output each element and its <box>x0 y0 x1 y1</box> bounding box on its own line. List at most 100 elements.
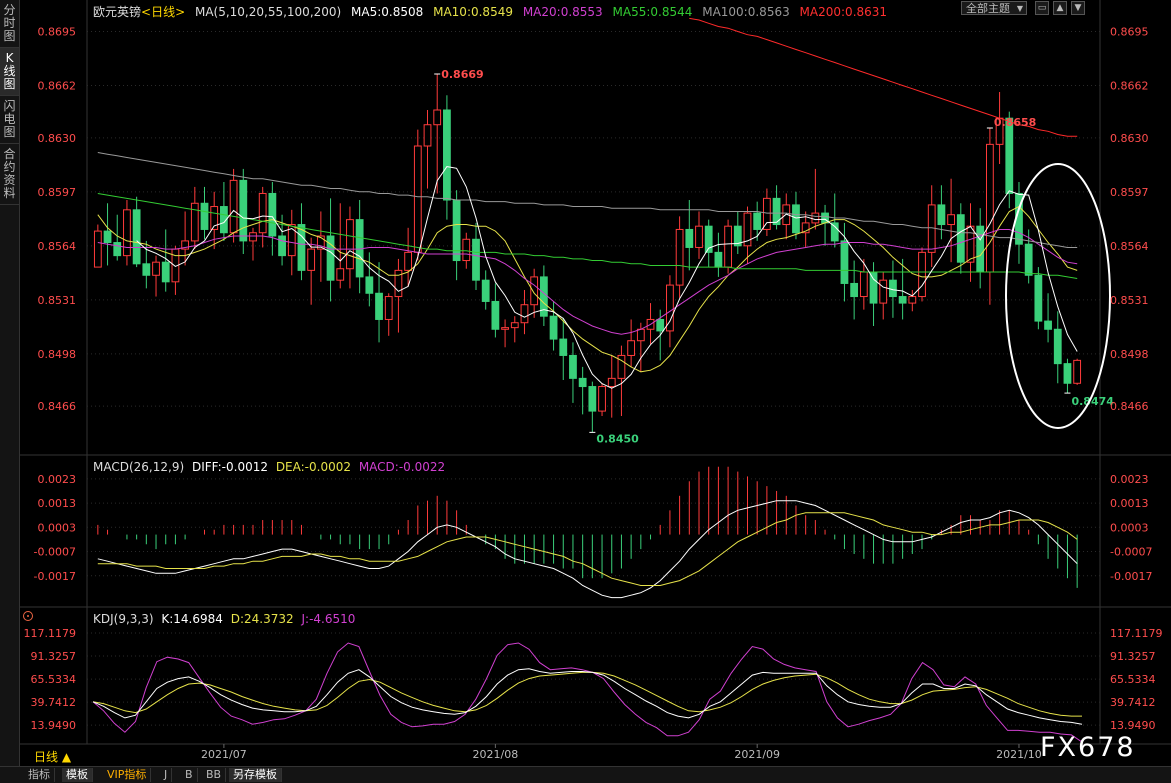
ma-params: MA(5,10,20,55,100,200) <box>194 5 342 19</box>
price-tick-right: 0.8695 <box>1110 25 1149 38</box>
diff-line <box>97 500 1078 599</box>
candle-body <box>472 238 480 281</box>
candle-body <box>685 228 694 248</box>
candle-body <box>501 327 509 330</box>
vip-indicator-button[interactable]: VIP指标 <box>103 768 152 782</box>
tab-contract-info[interactable]: 合约资料 <box>0 144 19 205</box>
b-button[interactable]: B <box>181 768 198 782</box>
candle-body <box>365 276 374 294</box>
dea-line <box>97 512 1078 586</box>
ma5-line <box>136 166 1078 389</box>
candle-body <box>200 202 209 230</box>
macd-title: MACD(26,12,9) <box>93 460 185 474</box>
candle-body <box>753 212 762 230</box>
kdj-d: D:24.3732 <box>230 612 294 626</box>
chart-title-bar: 欧元英镑<日线> MA(5,10,20,55,100,200) MA5:0.85… <box>93 3 893 20</box>
price-tick-right: 0.8630 <box>1110 132 1149 145</box>
candle-body <box>830 222 839 242</box>
macd-tick-right: 0.0013 <box>1110 497 1149 510</box>
candle-body <box>908 296 917 304</box>
watermark: FX678 <box>1040 732 1136 763</box>
j-button[interactable]: J <box>160 768 173 782</box>
kdj-tick-right: 91.3257 <box>1110 650 1156 663</box>
candle-body <box>811 212 820 224</box>
candle-body <box>937 204 946 226</box>
price-tick-right: 0.8531 <box>1110 294 1149 307</box>
kdj-j-line <box>92 642 1083 743</box>
chevron-down-icon[interactable]: ▼ <box>1071 1 1085 15</box>
candle-body <box>976 225 985 273</box>
kdj-j: J:-4.6510 <box>301 612 356 626</box>
candle-body <box>1053 328 1062 365</box>
candle-body <box>93 230 102 268</box>
candle-body <box>103 230 112 244</box>
template-button[interactable]: 模板 <box>62 768 93 782</box>
candle-body <box>491 300 500 330</box>
chart-canvas[interactable]: 0.86690.84500.86580.8474 0.8695 0.86950.8… <box>20 0 1171 766</box>
candle-body <box>297 224 306 271</box>
theme-select[interactable]: 全部主题 ▼ <box>961 1 1027 15</box>
candle-body <box>152 261 160 276</box>
candle-body <box>123 209 131 257</box>
indicator-button[interactable]: 指标 <box>24 768 55 782</box>
candle-body <box>443 109 451 201</box>
macd-tick-left: -0.0007 <box>34 546 76 559</box>
candle-body <box>956 214 965 263</box>
candle-body <box>850 282 859 298</box>
tab-lightning[interactable]: 闪电图 <box>0 96 19 144</box>
price-tick-left: 0.8564 <box>38 240 77 253</box>
kdj-k: K:14.6984 <box>161 612 223 626</box>
kdj-tick-left: 65.5334 <box>31 673 77 686</box>
price-tick-left: 0.8466 <box>38 400 77 413</box>
period-indicator[interactable]: 日线 ▲ <box>34 748 71 765</box>
macd-value: MACD:-0.0022 <box>358 460 446 474</box>
macd-header: MACD(26,12,9) DIFF:-0.0012 DEA:-0.0002 M… <box>93 460 449 474</box>
price-annotation: 0.8669 <box>441 68 483 81</box>
candle-body <box>947 214 955 226</box>
bottom-toolbar: 指标 模板 VIP指标 J B BB 另存模板 <box>0 766 1171 783</box>
candle-body <box>1024 243 1033 276</box>
x-tick-label: 2021/08 <box>473 748 519 761</box>
candle-body <box>695 225 703 248</box>
kdj-tick-right: 39.7412 <box>1110 696 1156 709</box>
candle-body <box>268 192 277 237</box>
candle-body <box>792 204 800 234</box>
restore-icon[interactable]: ▭ <box>1035 1 1049 15</box>
sidebar: 分时图 K线图 闪电图 合约资料 <box>0 0 20 766</box>
chevron-up-icon[interactable]: ▲ <box>1053 1 1067 15</box>
ma10-value: MA10:0.8549 <box>433 5 513 19</box>
macd-tick-left: -0.0017 <box>34 570 76 583</box>
x-tick-label: 2021/10 <box>996 748 1042 761</box>
macd-chart <box>97 466 1078 599</box>
candle-body <box>840 240 849 284</box>
price-tick-left: 0.8630 <box>38 132 77 145</box>
candle-body <box>985 143 994 273</box>
price-tick-left: 0.8695 <box>38 25 77 38</box>
candle-body <box>530 276 539 306</box>
kdj-tick-left: 39.7412 <box>31 696 77 709</box>
kdj-tick-right: 13.9490 <box>1110 719 1156 732</box>
kdj-tick-right: 65.5334 <box>1110 673 1156 686</box>
candle-body <box>384 296 393 320</box>
price-tick-right: 0.8662 <box>1110 79 1149 92</box>
candle-body <box>762 197 771 230</box>
candle-body <box>258 192 267 234</box>
candle-body <box>161 261 170 283</box>
ma20-value: MA20:0.8553 <box>522 5 603 19</box>
kdj-tick-left: 13.9490 <box>31 719 77 732</box>
candle-body <box>404 251 413 271</box>
tab-time-sharing[interactable]: 分时图 <box>0 0 19 48</box>
candle-body <box>433 109 442 126</box>
kdj-tick-left: 91.3257 <box>31 650 77 663</box>
bb-button[interactable]: BB <box>202 768 227 782</box>
save-template-button[interactable]: 另存模板 <box>229 768 282 782</box>
candle-body <box>278 235 286 257</box>
candle-body <box>423 124 432 147</box>
target-icon[interactable] <box>23 611 33 621</box>
tab-kline[interactable]: K线图 <box>0 48 19 96</box>
candle-body <box>375 292 383 320</box>
ma100-value: MA100:0.8563 <box>702 5 790 19</box>
macd-tick-right: -0.0007 <box>1110 546 1152 559</box>
candle-body <box>859 271 868 298</box>
candle-body <box>869 271 878 304</box>
